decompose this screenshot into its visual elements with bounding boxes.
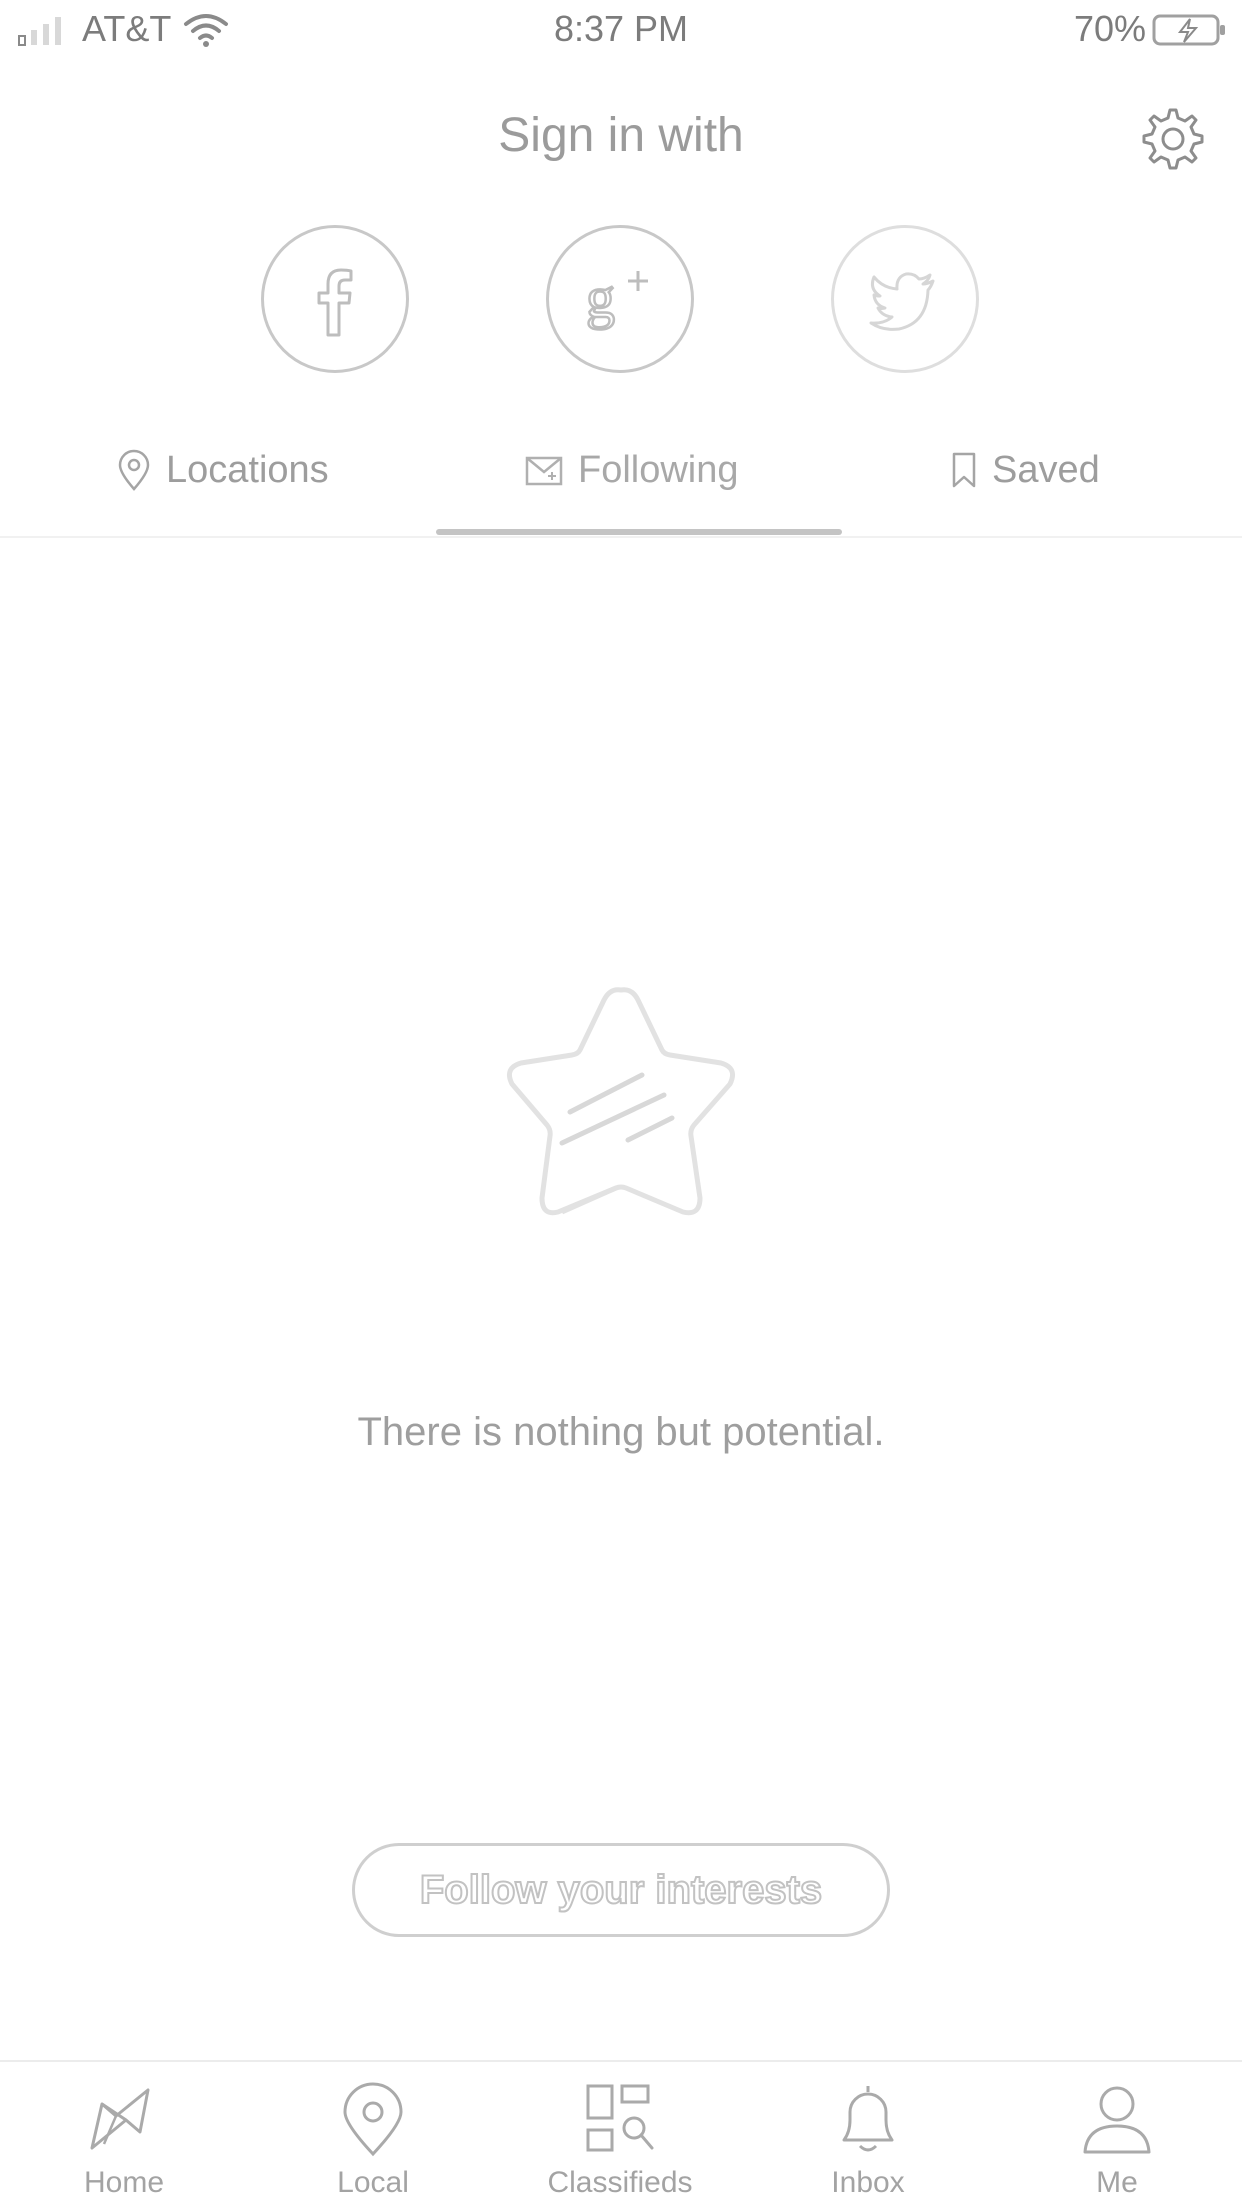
tabbar-local-label: Local (337, 2166, 409, 2199)
location-pin-icon (343, 2082, 403, 2157)
gear-icon[interactable] (1138, 104, 1208, 174)
bookmark-icon (952, 452, 976, 488)
tab-locations[interactable]: Locations (116, 440, 329, 500)
tabbar-inbox-label: Inbox (831, 2166, 905, 2199)
tabbar-classifieds[interactable]: Classifieds (520, 2082, 720, 2210)
tabbar-home-label: Home (83, 2166, 165, 2199)
facebook-signin-button[interactable] (261, 225, 409, 373)
tabbar-home[interactable]: Home (24, 2082, 224, 2210)
google-plus-signin-button[interactable]: g (546, 225, 694, 373)
tab-following-label: Following (578, 448, 739, 491)
battery-percent: 70% (1073, 8, 1146, 49)
home-icon (90, 2088, 150, 2150)
active-tab-indicator (436, 529, 842, 535)
battery-icon (1152, 14, 1225, 46)
empty-state-message: There is nothing but potential. (357, 1410, 885, 1454)
tabbar-inbox[interactable]: Inbox (768, 2082, 968, 2210)
tab-saved-label: Saved (992, 448, 1100, 491)
twitter-signin-button[interactable] (831, 225, 979, 373)
tabbar-me-label: Me (1096, 2166, 1138, 2199)
tabbar-classifieds-label: Classifieds (547, 2166, 693, 2199)
tab-following[interactable]: Following (524, 440, 739, 500)
tabbar-me[interactable]: Me (1017, 2082, 1217, 2210)
content-tabs: Locations Following Saved (0, 430, 1242, 538)
envelope-icon (525, 456, 563, 486)
status-time: 8:37 PM (553, 8, 689, 49)
bell-icon (842, 2086, 894, 2152)
google-plus-icon: g (585, 264, 648, 331)
twitter-icon (869, 272, 935, 331)
bottom-tab-bar: Home Local Classifieds Inbox Me (0, 2060, 1242, 2210)
facebook-icon (317, 268, 353, 337)
svg-text:g: g (586, 265, 615, 330)
person-icon (1083, 2086, 1151, 2154)
tab-saved[interactable]: Saved (950, 440, 1100, 500)
status-bar: AT&T 8:37 PM 70% (0, 0, 1242, 58)
tabbar-local[interactable]: Local (273, 2082, 473, 2210)
star-icon (507, 987, 735, 1216)
location-pin-icon (118, 449, 150, 491)
sign-in-title: Sign in with (498, 109, 744, 162)
follow-interests-button[interactable]: Follow your interests (352, 1843, 890, 1937)
classifieds-icon (586, 2084, 654, 2152)
tab-locations-label: Locations (166, 448, 329, 491)
